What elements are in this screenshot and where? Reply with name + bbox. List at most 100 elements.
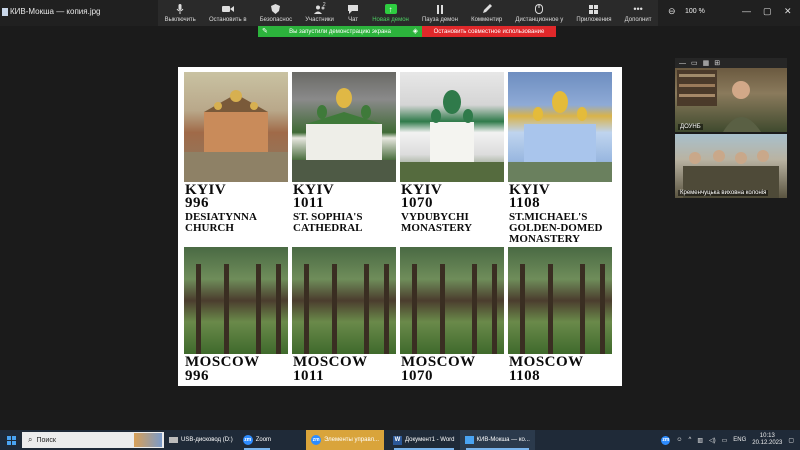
annotate-button[interactable]: Комментир (465, 0, 509, 26)
security-button[interactable]: Безопаснос (253, 0, 299, 26)
kyiv-caption-year: 1108 (509, 195, 541, 211)
pause-share-button[interactable]: Пауза демон (415, 0, 464, 26)
zoom-meeting-toolbar: Выключить Остановить в Безопаснос 2 Учас… (158, 0, 658, 26)
microphone-icon (174, 4, 186, 14)
search-highlight-image (134, 433, 162, 447)
notifications-icon[interactable]: ▢ (788, 437, 794, 444)
window-title: КИВ-Мокша — копия.jpg (10, 7, 101, 16)
kyiv-caption-year: 1070 (401, 195, 433, 211)
maximize-icon[interactable]: ▢ (763, 6, 772, 17)
share-screen-icon: ↑ (384, 4, 397, 14)
participant-name: ДОУНБ (678, 124, 703, 130)
layout-icon[interactable]: ▭ (691, 59, 698, 67)
video-panel-header: — ▭ ▦ ⊞ (675, 58, 787, 68)
word-icon: W (393, 435, 402, 445)
vydubychi-monastery-photo (400, 72, 504, 182)
minimize-panel-icon[interactable]: — (679, 60, 686, 67)
st-sophia-cathedral-photo (292, 72, 396, 182)
taskbar-photos[interactable]: КИВ-Мокша — ко... (459, 430, 535, 450)
taskbar-usb-drive[interactable]: USB-дисковод (D:) (164, 430, 238, 450)
chat-icon (347, 4, 359, 14)
moscow-caption-year: 996 (185, 368, 209, 384)
apps-icon (588, 4, 600, 14)
zoom-icon: zm (242, 435, 253, 445)
remote-control-button[interactable]: Дистанционное у (509, 0, 570, 26)
pause-icon (434, 4, 446, 14)
remote-control-label: Дистанционное у (515, 17, 564, 23)
screen-share-bar: ✎ Вы запустили демонстрацию экрана ◈ Ост… (258, 26, 556, 37)
moscow-caption-city: MOSCOW (293, 354, 368, 370)
shield-check-icon: ◈ (412, 28, 418, 35)
forest-photo (184, 247, 288, 354)
system-tray: zm ☺ ^ ▥ ◁) ▭ ENG 10:13 20.12.2023 ▢ (661, 430, 800, 450)
language-indicator[interactable]: ENG (733, 437, 746, 443)
people-icon[interactable]: ☺ (676, 437, 682, 443)
word-label: Документ1 - Word (405, 437, 455, 443)
kyiv-caption-year: 996 (185, 195, 209, 211)
participants-button[interactable]: 2 Участники (299, 0, 341, 26)
taskbar-search[interactable]: ⌕ Поиск (22, 432, 164, 448)
desiatynna-church-photo (184, 72, 288, 182)
security-label: Безопаснос (259, 17, 293, 23)
minimize-icon[interactable]: — (742, 6, 751, 16)
network-icon[interactable]: ▥ (697, 437, 703, 444)
annotate-icon (481, 4, 493, 14)
remote-control-icon (533, 4, 545, 14)
stop-video-label: Остановить в (208, 17, 247, 23)
photos-app-icon (2, 8, 8, 16)
st-michaels-monastery-photo (508, 72, 612, 182)
apps-label: Приложения (576, 17, 612, 23)
stop-share-button[interactable]: Остановить совместное использование (422, 26, 556, 37)
zoom-tray-icon[interactable]: zm (661, 435, 671, 445)
mute-button[interactable]: Выключить (158, 0, 202, 26)
pin-icon: ✎ (262, 28, 268, 35)
zoom-level: 100 % (685, 8, 705, 15)
clock[interactable]: 10:13 20.12.2023 (752, 433, 782, 447)
more-button[interactable]: ••• Дополнит (618, 0, 658, 26)
forest-photo (508, 247, 612, 354)
chevron-up-icon[interactable]: ^ (688, 437, 691, 443)
zoom-icon: zm (311, 435, 322, 445)
participant-video-tile[interactable]: Кременчуцька виховна колонія (675, 134, 787, 198)
close-icon[interactable]: ✕ (784, 6, 792, 17)
participant-video-tile[interactable]: ДОУНБ (675, 68, 787, 132)
moscow-caption-year: 1070 (401, 368, 433, 384)
more-icon: ••• (633, 4, 643, 14)
participants-label: Участники (305, 17, 334, 23)
moscow-caption-year: 1108 (509, 368, 541, 384)
clock-time: 10:13 (759, 433, 775, 439)
grid-icon[interactable]: ⊞ (714, 59, 720, 67)
chat-button[interactable]: Чат (340, 0, 365, 26)
pause-share-label: Пауза демон (421, 17, 458, 23)
volume-icon[interactable]: ◁) (709, 437, 716, 444)
search-icon: ⌕ (28, 435, 33, 444)
kyiv-caption-year: 1011 (293, 195, 325, 211)
kyiv-caption-name: CATHEDRAL (293, 222, 363, 234)
apps-button[interactable]: Приложения (570, 0, 618, 26)
share-status-text: Вы запустили демонстрацию экрана (289, 28, 391, 35)
share-status: ✎ Вы запустили демонстрацию экрана ◈ (258, 26, 422, 37)
stop-share-label: Остановить совместное использование (433, 28, 545, 35)
new-share-button[interactable]: ↑ Новая демон (366, 0, 416, 26)
zoom-out-icon[interactable]: ⊖ (668, 6, 676, 17)
photos-label: КИВ-Мокша — ко... (476, 437, 530, 443)
usb-drive-label: USB-дисковод (D:) (181, 437, 233, 443)
taskbar-zoom[interactable]: zm Zoom (238, 430, 276, 450)
kyiv-caption-name: MONASTERY (401, 222, 473, 234)
new-share-label: Новая демон (372, 17, 409, 23)
gallery-icon[interactable]: ▦ (703, 59, 710, 67)
camera-icon (221, 4, 234, 14)
mute-label: Выключить (164, 17, 196, 23)
start-button[interactable] (0, 430, 22, 450)
stop-video-button[interactable]: Остановить в (202, 0, 253, 26)
taskbar-zoom-controls[interactable]: zm Элементы управл... (306, 430, 384, 450)
kyiv-caption-name: CHURCH (185, 222, 234, 234)
participant-name: Кременчуцька виховна колонія (678, 190, 769, 196)
battery-icon[interactable]: ▭ (722, 437, 728, 444)
annotate-label: Комментир (471, 17, 503, 23)
kyiv-caption-name: MONASTERY (509, 233, 581, 245)
moscow-caption-city: MOSCOW (401, 354, 476, 370)
taskbar-word[interactable]: W Документ1 - Word (388, 430, 460, 450)
windows-icon (6, 435, 16, 445)
clock-date: 20.12.2023 (752, 440, 783, 446)
